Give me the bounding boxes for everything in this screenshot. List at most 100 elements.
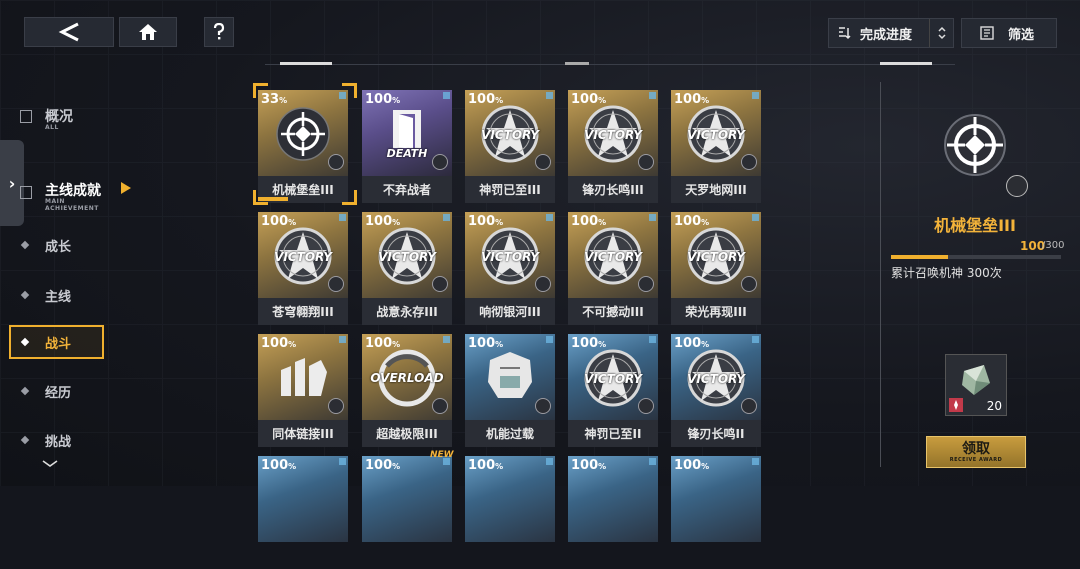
tier-badge-icon bbox=[432, 154, 448, 170]
tier-badge-icon bbox=[638, 154, 654, 170]
scroll-thumb[interactable] bbox=[280, 62, 332, 65]
card-emblem-placeholder bbox=[581, 468, 645, 532]
filter-label: 筛选 bbox=[1008, 27, 1035, 43]
achievement-card[interactable]: 100% VICTORY 神罚已至III bbox=[465, 90, 555, 203]
achievement-card[interactable]: 100% VICTORY 荣光再现III bbox=[671, 212, 761, 325]
corner-marker-icon bbox=[339, 458, 346, 465]
corner-marker-icon bbox=[649, 336, 656, 343]
card-name: 战意永存III bbox=[362, 298, 452, 325]
achievement-card[interactable]: 100% 同体链接III bbox=[258, 334, 348, 447]
emblem-text: VICTORY bbox=[687, 372, 745, 386]
emblem-text: VICTORY bbox=[687, 250, 745, 264]
nav-item-growth[interactable]: 成长 bbox=[0, 228, 110, 262]
tier-badge-icon bbox=[1006, 175, 1028, 197]
corner-marker-icon bbox=[752, 92, 759, 99]
help-button[interactable] bbox=[204, 17, 234, 47]
expanded-arrow-icon bbox=[121, 182, 131, 194]
emblem-text: VICTORY bbox=[687, 128, 745, 142]
achievement-card[interactable]: 100% VICTORY 神罚已至II bbox=[568, 334, 658, 447]
claim-button[interactable]: 领取 RECEIVE AWARD bbox=[926, 436, 1026, 468]
nav-item-all[interactable]: 概况 ALL bbox=[0, 100, 110, 134]
card-name: 天罗地网III bbox=[671, 176, 761, 203]
sort-icon bbox=[839, 27, 851, 40]
back-arrow-icon bbox=[58, 22, 79, 42]
corner-marker-icon bbox=[752, 214, 759, 221]
tier-badge-icon bbox=[638, 276, 654, 292]
card-name: 超越极限III bbox=[362, 420, 452, 447]
emblem-text: VICTORY bbox=[274, 250, 332, 264]
achievement-card[interactable]: 100% bbox=[465, 456, 555, 569]
corner-marker-icon bbox=[649, 214, 656, 221]
crystal-icon bbox=[962, 365, 990, 395]
card-name: 荣光再现III bbox=[671, 298, 761, 325]
corner-marker-icon bbox=[546, 336, 553, 343]
card-name: 响彻银河III bbox=[465, 298, 555, 325]
achievement-card[interactable]: 100% 机能过载 bbox=[465, 334, 555, 447]
nav-item-experience[interactable]: 经历 bbox=[0, 374, 110, 408]
achievement-card[interactable]: 100% VICTORY 锋刃长鸣II bbox=[671, 334, 761, 447]
reward-item[interactable]: 20 bbox=[945, 354, 1007, 416]
tier-badge-icon bbox=[535, 154, 551, 170]
corner-marker-icon bbox=[649, 458, 656, 465]
nav-label: 主线成就 bbox=[45, 183, 101, 199]
card-emblem-placeholder bbox=[478, 468, 542, 532]
new-badge: NEW bbox=[430, 450, 454, 460]
corner-marker-icon bbox=[546, 214, 553, 221]
achievement-card[interactable]: 100% bbox=[568, 456, 658, 569]
achievement-card[interactable]: 100% VICTORY 响彻银河III bbox=[465, 212, 555, 325]
corner-marker-icon bbox=[443, 92, 450, 99]
bullet-icon bbox=[20, 290, 30, 300]
nav-item-main-achievement[interactable]: 主线成就 MAIN ACHIEVEMENT bbox=[0, 176, 131, 212]
nav-item-challenge[interactable]: 挑战 bbox=[0, 423, 110, 457]
card-name: 同体链接III bbox=[258, 420, 348, 447]
bullet-icon bbox=[20, 240, 30, 250]
achievement-card[interactable]: 100% VICTORY 苍穹翱翔III bbox=[258, 212, 348, 325]
nav-item-combat[interactable]: 战斗 bbox=[0, 325, 110, 359]
nav-label: 经历 bbox=[45, 385, 72, 401]
nav-label: 战斗 bbox=[45, 336, 72, 352]
emblem-text: VICTORY bbox=[378, 250, 436, 264]
corner-marker-icon bbox=[649, 92, 656, 99]
tier-badge-icon bbox=[432, 398, 448, 414]
achievement-card[interactable]: 100% bbox=[258, 456, 348, 569]
detail-progress-fill bbox=[891, 255, 948, 259]
nav-item-mainline[interactable]: 主线 bbox=[0, 278, 110, 312]
corner-marker-icon bbox=[339, 336, 346, 343]
achievement-card[interactable]: 100% VICTORY 战意永存III bbox=[362, 212, 452, 325]
achievement-card[interactable]: 100% VICTORY 天罗地网III bbox=[671, 90, 761, 203]
achievement-card[interactable]: 100% OVERLOAD 超越极限III bbox=[362, 334, 452, 447]
card-name: 锋刃长鸣II bbox=[671, 420, 761, 447]
achievement-card[interactable]: 100% DEATH 不弃战者 bbox=[362, 90, 452, 203]
tier-badge-icon bbox=[741, 398, 757, 414]
achievement-card[interactable]: 100% bbox=[671, 456, 761, 569]
nav-sublabel: MAIN ACHIEVEMENT bbox=[45, 198, 99, 212]
detail-progress-bar bbox=[891, 255, 1061, 259]
tier-badge-icon bbox=[432, 276, 448, 292]
filter-button[interactable]: 筛选 bbox=[961, 18, 1057, 48]
emblem-text: VICTORY bbox=[584, 250, 642, 264]
main-achievement-icon bbox=[20, 186, 32, 199]
sort-label: 完成进度 bbox=[860, 27, 913, 43]
tier-badge-icon bbox=[741, 276, 757, 292]
sort-dropdown[interactable]: 完成进度 bbox=[828, 18, 954, 48]
tier-badge-icon bbox=[328, 398, 344, 414]
back-button[interactable] bbox=[24, 17, 114, 47]
corner-marker-icon bbox=[443, 336, 450, 343]
home-icon bbox=[139, 24, 157, 40]
achievement-card[interactable]: 100% VICTORY 锋刃长鸣III bbox=[568, 90, 658, 203]
card-name: 神罚已至III bbox=[465, 176, 555, 203]
card-name: 锋刃长鸣III bbox=[568, 176, 658, 203]
home-button[interactable] bbox=[119, 17, 177, 47]
detail-title: 机械堡垒III bbox=[934, 216, 1016, 235]
achievement-card[interactable]: 100% VICTORY 不可撼动III bbox=[568, 212, 658, 325]
emblem-text: VICTORY bbox=[481, 250, 539, 264]
card-name: 不可撼动III bbox=[568, 298, 658, 325]
nav-label: 成长 bbox=[45, 239, 72, 255]
sort-toggle-icon bbox=[938, 26, 946, 40]
tier-badge-icon bbox=[535, 398, 551, 414]
tier-badge-icon bbox=[741, 154, 757, 170]
emblem-text: VICTORY bbox=[584, 128, 642, 142]
achievement-card[interactable]: 100% NEW bbox=[362, 450, 454, 569]
crosshair-emblem-icon bbox=[944, 114, 1006, 176]
emblem-text: VICTORY bbox=[584, 372, 642, 386]
